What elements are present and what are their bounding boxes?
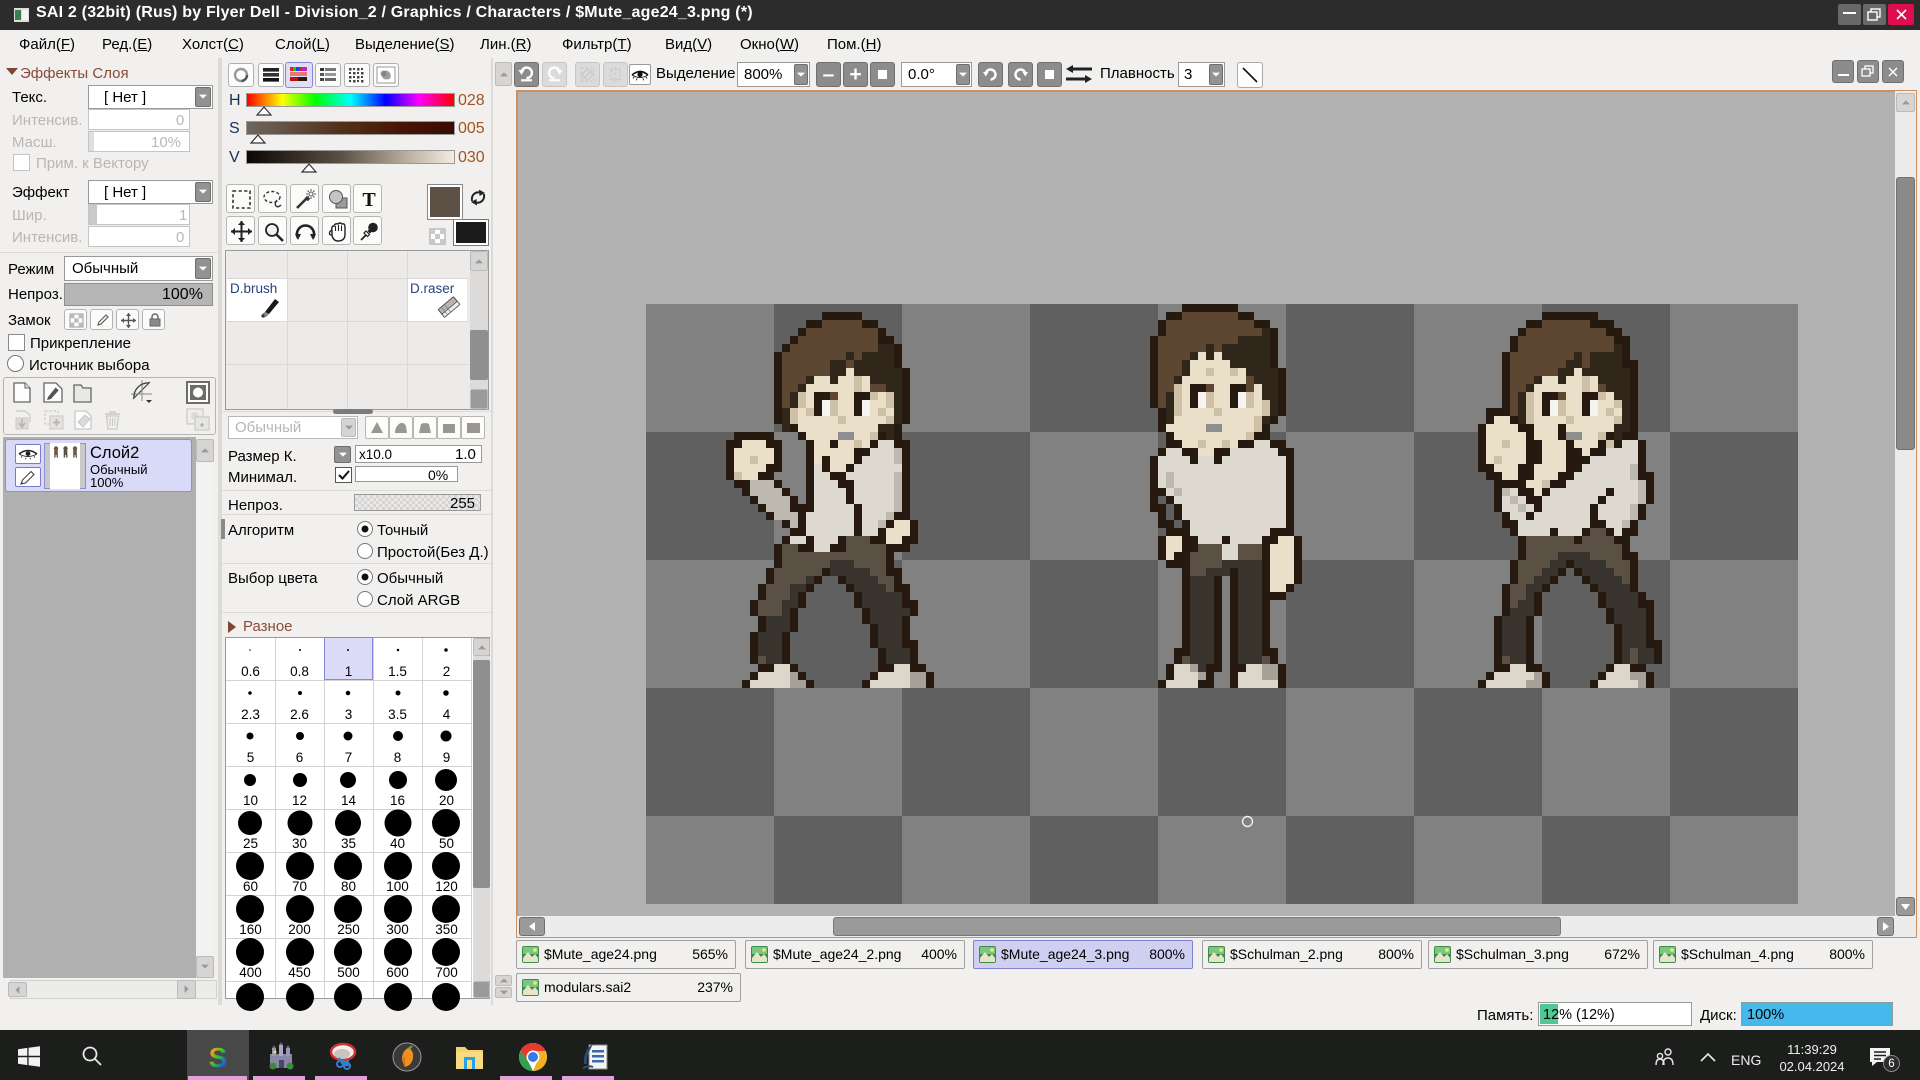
svg-text:S: S [209,1042,228,1073]
